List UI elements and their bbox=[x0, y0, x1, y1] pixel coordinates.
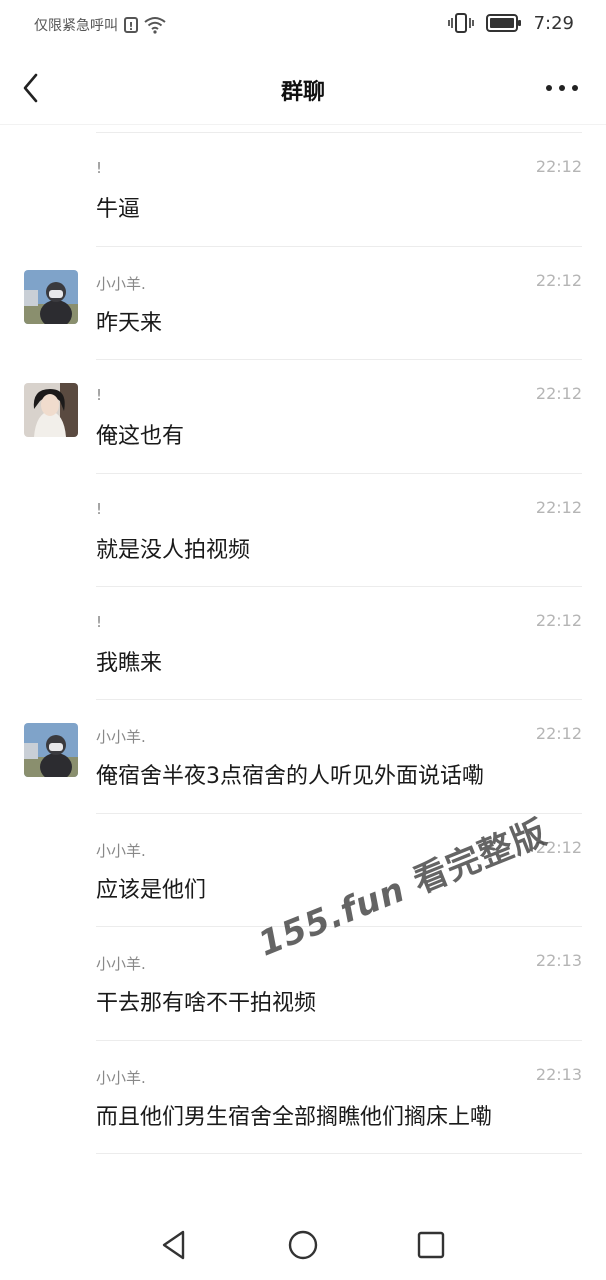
wifi-icon bbox=[144, 17, 166, 34]
system-nav-bar bbox=[0, 1212, 606, 1280]
back-triangle-icon bbox=[162, 1230, 185, 1260]
message-row[interactable]: 小小羊. 22:13 干去那有啥不干拍视频 bbox=[0, 927, 606, 1041]
message-row[interactable]: 小小羊. 22:12 俺宿舍半夜3点宿舍的人听见外面说话嘞 bbox=[0, 700, 606, 814]
system-back-button[interactable] bbox=[158, 1228, 192, 1262]
message-text: 应该是他们 bbox=[96, 877, 207, 903]
message-sender: ! bbox=[96, 386, 103, 405]
message-time: 22:12 bbox=[535, 270, 582, 290]
message-sender: 小小羊. bbox=[96, 728, 146, 747]
message-text: 牛逼 bbox=[96, 197, 141, 223]
message-sender: ! bbox=[96, 159, 103, 178]
message-row[interactable]: !22:11我操 bbox=[0, 124, 606, 134]
carrier-text: 仅限紧急呼叫 bbox=[34, 18, 118, 34]
message-row[interactable]: ! 22:12 就是没人拍视频 bbox=[0, 474, 606, 587]
status-bar: 仅限紧急呼叫 ! 7:29 bbox=[0, 0, 606, 52]
message-text: 我瞧来 bbox=[96, 650, 163, 676]
battery-icon bbox=[485, 14, 521, 32]
message-row[interactable]: 小小羊. 22:12 昨天来 bbox=[0, 247, 606, 361]
message-time: 22:12 bbox=[535, 837, 582, 857]
recents-square-icon bbox=[417, 1231, 445, 1259]
avatar[interactable] bbox=[24, 383, 78, 438]
message-row[interactable]: ! 22:12 牛逼 bbox=[0, 133, 606, 247]
message-row[interactable]: ! 22:12 俺这也有 bbox=[0, 360, 606, 474]
page-title: 群聊 bbox=[280, 80, 325, 105]
alert-icon: ! bbox=[124, 17, 138, 33]
clock-text: 7:29 bbox=[533, 12, 574, 34]
message-sender: ! bbox=[96, 612, 103, 631]
message-time: 22:12 bbox=[535, 157, 582, 177]
message-text: 俺这也有 bbox=[96, 424, 185, 450]
message-text: 就是没人拍视频 bbox=[96, 537, 251, 563]
message-text: 干去那有啥不干拍视频 bbox=[96, 991, 317, 1017]
message-sender: 小小羊. bbox=[96, 955, 146, 974]
message-text: 而且他们男生宿舍全部搁瞧他们搁床上嘞 bbox=[96, 1104, 493, 1130]
avatar[interactable] bbox=[24, 723, 78, 778]
message-time: 22:13 bbox=[535, 951, 582, 971]
nav-bar: 群聊 bbox=[0, 52, 606, 125]
message-time: 22:12 bbox=[535, 497, 582, 517]
status-left: 仅限紧急呼叫 ! bbox=[34, 15, 166, 35]
more-dots-icon bbox=[546, 85, 578, 91]
message-text: 昨天来 bbox=[96, 310, 163, 336]
system-home-button[interactable] bbox=[286, 1228, 320, 1262]
message-row[interactable]: 小小羊. 22:12 应该是他们 bbox=[0, 814, 606, 928]
message-sender: 小小羊. bbox=[96, 1068, 146, 1087]
message-time: 22:12 bbox=[535, 610, 582, 630]
message-row[interactable]: ! 22:12 我瞧来 bbox=[0, 587, 606, 701]
message-list-inner: !22:11我操! 22:12 牛逼小小羊. 22:12 昨天来! 22:12 俺这也有! 2… bbox=[0, 124, 606, 1154]
message-time: 22:13 bbox=[535, 1064, 582, 1084]
more-button[interactable] bbox=[544, 76, 580, 100]
message-time: 22:12 bbox=[535, 384, 582, 404]
vibrate-icon bbox=[447, 13, 474, 33]
status-right: 7:29 bbox=[447, 12, 574, 34]
divider bbox=[96, 1152, 582, 1154]
message-sender: 小小羊. bbox=[96, 841, 146, 860]
message-sender: 小小羊. bbox=[96, 274, 146, 293]
home-circle-icon bbox=[288, 1230, 318, 1260]
avatar[interactable] bbox=[24, 269, 78, 324]
system-recents-button[interactable] bbox=[414, 1228, 448, 1262]
message-sender: ! bbox=[96, 499, 103, 518]
message-list[interactable]: !22:11我操! 22:12 牛逼小小羊. 22:12 昨天来! 22:12 俺这也有! 2… bbox=[0, 124, 606, 1212]
message-time: 22:12 bbox=[535, 724, 582, 744]
message-text: 俺宿舍半夜3点宿舍的人听见外面说话嘞 bbox=[96, 764, 484, 790]
message-row[interactable]: 小小羊. 22:13 而且他们男生宿舍全部搁瞧他们搁床上嘞 bbox=[0, 1041, 606, 1154]
